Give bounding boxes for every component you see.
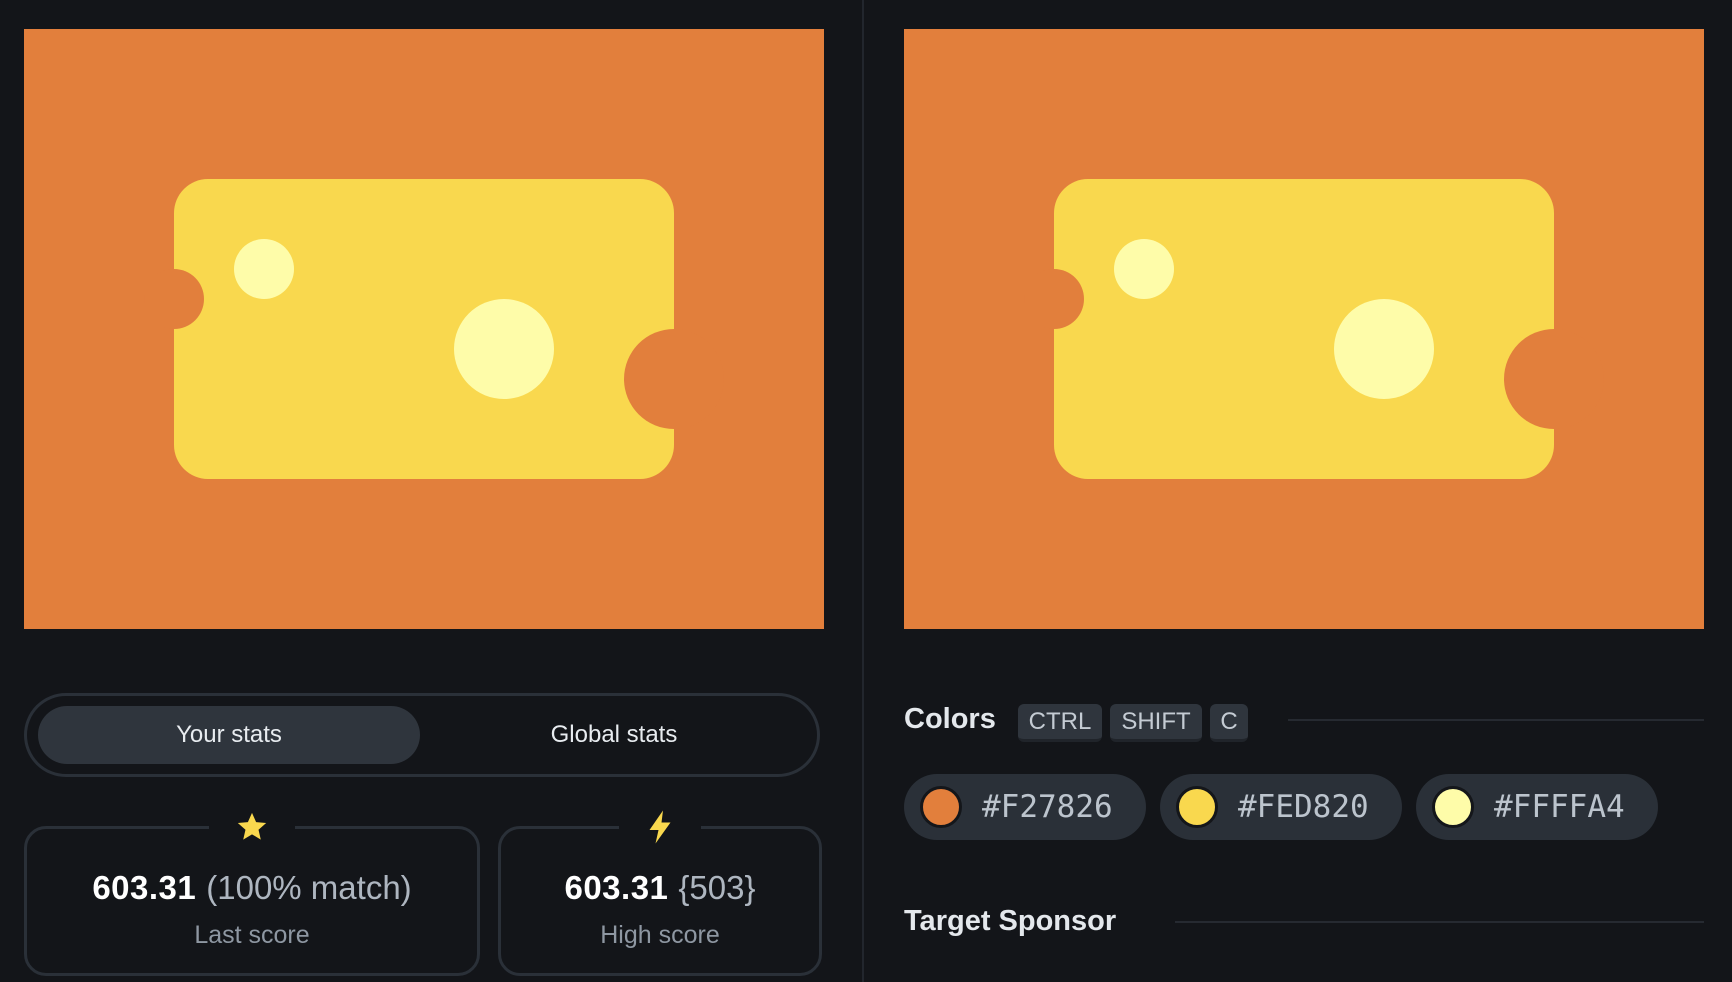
color-dot	[920, 786, 962, 828]
color-swatch-yellow[interactable]: #FED820	[1160, 774, 1402, 840]
lightning-icon	[619, 807, 701, 847]
output-canvas	[24, 29, 824, 629]
color-hex: #FFFFA4	[1494, 789, 1625, 825]
output-hole-large	[454, 299, 554, 399]
last-score-label: Last score	[194, 921, 310, 949]
last-score-match: (100% match)	[206, 869, 412, 906]
shortcut-key-c: C	[1210, 704, 1248, 742]
target-cheese	[1054, 179, 1554, 479]
target-notch-left	[1024, 269, 1084, 329]
output-preview	[24, 29, 824, 629]
high-score-value: 603.31	[564, 869, 669, 906]
output-cheese	[174, 179, 674, 479]
target-hole-small	[1114, 239, 1174, 299]
color-swatch-orange[interactable]: #F27826	[904, 774, 1146, 840]
high-score-card: 603.31 {503} High score	[498, 807, 822, 976]
colors-divider	[1288, 719, 1704, 721]
target-canvas	[904, 29, 1704, 629]
star-icon	[209, 807, 295, 847]
target-sponsor-heading: Target Sponsor	[904, 905, 1117, 937]
output-hole-small	[234, 239, 294, 299]
high-score-line: 603.31 {503}	[501, 869, 819, 907]
panel-divider	[862, 0, 864, 982]
color-hex: #F27826	[982, 789, 1113, 825]
output-notch-left	[144, 269, 204, 329]
target-preview	[904, 29, 1704, 629]
sponsor-divider	[1175, 921, 1704, 923]
last-score-card: 603.31 (100% match) Last score	[24, 807, 480, 976]
target-hole-large	[1334, 299, 1434, 399]
colors-heading: Colors	[904, 703, 996, 735]
tab-global-stats[interactable]: Global stats	[423, 706, 805, 764]
shortcut-key-shift: SHIFT	[1110, 704, 1202, 742]
color-dot	[1176, 786, 1218, 828]
color-dot	[1432, 786, 1474, 828]
tab-your-stats[interactable]: Your stats	[38, 706, 420, 764]
target-notch-right	[1504, 329, 1604, 429]
last-score-value: 603.31	[92, 869, 197, 906]
last-score-line: 603.31 (100% match)	[27, 869, 477, 907]
high-score-label: High score	[600, 921, 720, 949]
output-notch-right	[624, 329, 724, 429]
high-score-count: {503}	[678, 869, 756, 906]
stats-toggle: Your stats Global stats	[24, 693, 820, 777]
color-swatch-light-yellow[interactable]: #FFFFA4	[1416, 774, 1658, 840]
color-hex: #FED820	[1238, 789, 1369, 825]
shortcut-key-ctrl: CTRL	[1018, 704, 1102, 742]
